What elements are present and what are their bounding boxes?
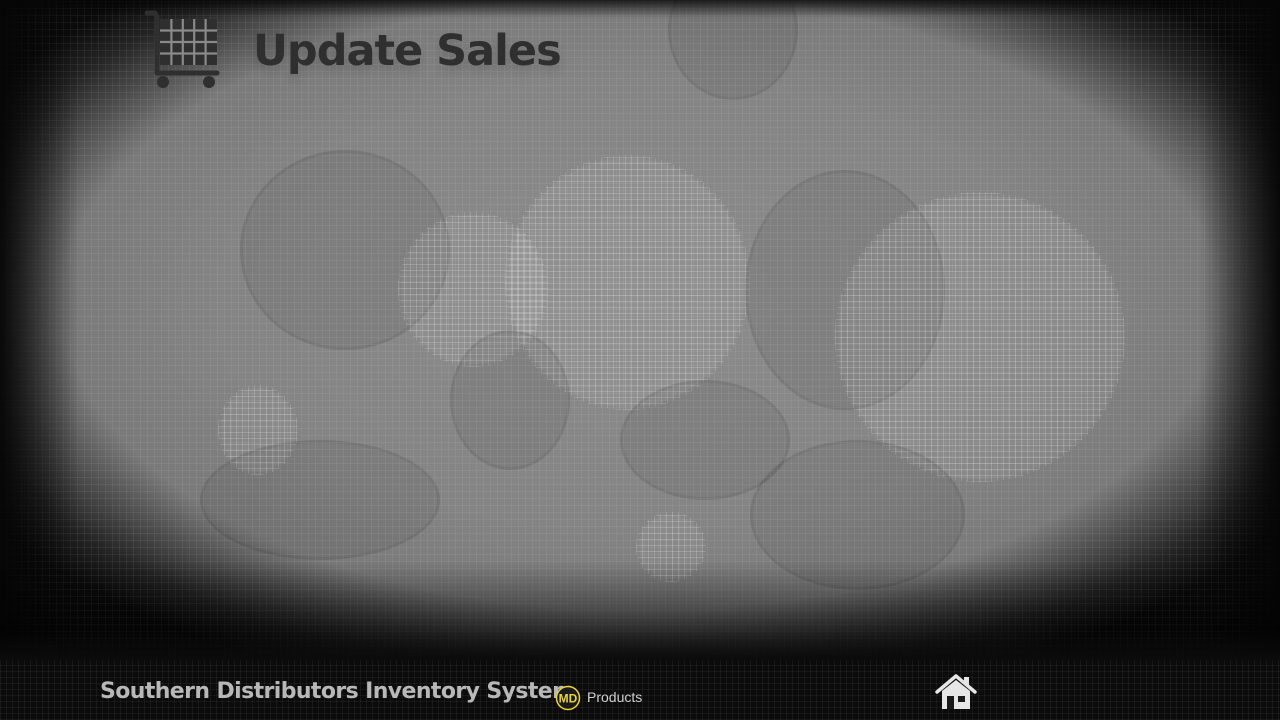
shopping-cart-icon <box>144 10 220 88</box>
system-name: Southern Distributors Inventory System <box>100 679 575 704</box>
md-logo-text: MD <box>559 692 578 706</box>
page-title: Update Sales <box>253 26 562 76</box>
md-logo: MD <box>555 685 581 711</box>
app-screen: Update Sales Southern Distributors Inven… <box>0 0 1280 720</box>
decor-bubble <box>750 440 965 590</box>
decor-bubble <box>636 512 706 582</box>
home-icon <box>935 674 977 709</box>
background-panel <box>0 0 1280 660</box>
products-label: Products <box>587 689 643 705</box>
decor-bubble <box>450 330 570 470</box>
page-header: Update Sales <box>143 4 562 94</box>
decor-bubble <box>835 192 1125 482</box>
home-button[interactable] <box>934 672 978 712</box>
decor-bubble <box>200 440 440 560</box>
footer-bar: Southern Distributors Inventory System M… <box>0 660 1280 720</box>
